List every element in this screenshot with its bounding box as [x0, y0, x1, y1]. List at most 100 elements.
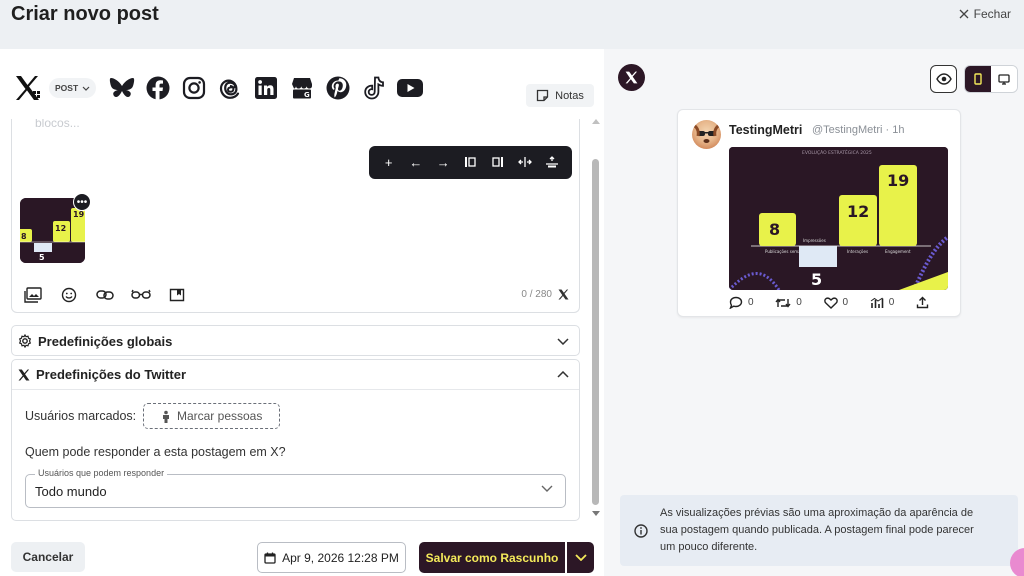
close-button[interactable]: Fechar	[959, 7, 1011, 21]
threads-icon	[220, 79, 240, 99]
network-x[interactable]	[11, 73, 47, 103]
pinterest-icon	[326, 76, 350, 100]
scroll-thumb[interactable]	[592, 159, 599, 505]
like-count: 0	[842, 297, 849, 308]
tweet-author-name: TestingMetri	[729, 123, 803, 137]
image-bar-label-4: Engagement	[885, 249, 911, 254]
retweet-action[interactable]: 0	[775, 296, 802, 309]
add-icon[interactable]: +	[379, 156, 399, 169]
schedule-date-button[interactable]: Apr 9, 2026 12:28 PM	[257, 542, 406, 573]
bluesky-icon	[110, 78, 135, 98]
network-pinterest[interactable]	[320, 73, 356, 103]
global-presets-panel[interactable]: Predefinições globais	[11, 325, 580, 356]
scroll-down-arrow[interactable]	[592, 511, 600, 516]
x-logo-icon	[18, 369, 30, 380]
network-google-business[interactable]: G	[284, 73, 320, 103]
preview-info-box: As visualizações prévias são uma aproxim…	[620, 495, 1018, 566]
views-count: 0	[888, 297, 895, 308]
network-instagram[interactable]	[176, 73, 212, 103]
move-left-icon[interactable]: ←	[406, 156, 426, 169]
ai-assistant-button[interactable]	[130, 286, 152, 304]
network-threads[interactable]	[212, 73, 248, 103]
align-right-icon[interactable]	[488, 156, 508, 170]
link-button[interactable]	[94, 286, 116, 304]
post-type-select[interactable]: POST	[49, 78, 97, 98]
snippets-button[interactable]	[166, 286, 188, 304]
preview-view-toggles	[930, 65, 1018, 93]
share-action[interactable]	[916, 296, 929, 309]
reply-action[interactable]: 0	[729, 296, 754, 309]
info-icon	[634, 524, 648, 538]
reply-count: 0	[748, 297, 754, 308]
modal-header: Criar novo post Fechar	[0, 0, 1024, 49]
desktop-view-button[interactable]	[991, 66, 1017, 92]
device-toggle-group	[964, 65, 1018, 93]
preview-toggle-button[interactable]	[930, 65, 957, 93]
thumb-value-3: 12	[55, 224, 66, 233]
thumb-value-1: 8	[21, 232, 27, 241]
instagram-icon	[183, 76, 206, 100]
network-facebook[interactable]	[140, 73, 176, 103]
mobile-view-button[interactable]	[965, 66, 991, 92]
resize-horizontal-icon[interactable]	[515, 156, 535, 170]
network-selector: POST G	[11, 73, 428, 103]
desktop-icon	[998, 73, 1010, 85]
post-type-label: POST	[55, 83, 79, 93]
emoji-icon	[61, 287, 77, 303]
chevron-up-icon	[557, 371, 569, 378]
preview-info-text: As visualizações prévias são uma aproxim…	[660, 507, 974, 553]
add-media-button[interactable]	[22, 286, 44, 304]
emoji-button[interactable]	[58, 286, 80, 304]
more-icon: •••	[76, 196, 88, 208]
image-bar-value-1: 8	[769, 220, 780, 239]
reply-select-value: Todo mundo	[35, 484, 107, 499]
save-options-dropdown[interactable]	[567, 542, 594, 573]
x-logo-icon	[625, 71, 638, 84]
save-draft-button[interactable]: Salvar como Rascunho	[419, 542, 565, 573]
like-action[interactable]: 0	[823, 296, 849, 309]
chart-graphic: EVOLUÇÃO ESTRATÉGICA 2025 8 Publicações …	[729, 147, 948, 290]
editor-placeholder: blocos...	[35, 119, 80, 130]
reply-permission-select[interactable]: Usuários que podem responder Todo mundo	[25, 468, 566, 508]
chevron-down-icon	[557, 337, 569, 345]
tiktok-icon	[364, 76, 385, 100]
views-action[interactable]: 0	[870, 296, 895, 309]
tweet-author-handle: @TestingMetri · 1h	[812, 124, 905, 136]
chevron-down-icon	[574, 554, 587, 561]
eye-icon	[935, 73, 952, 85]
global-presets-label: Predefinições globais	[38, 333, 173, 349]
notes-button[interactable]: Notas	[526, 84, 594, 107]
move-right-icon[interactable]: →	[433, 156, 453, 169]
composer-scrollbar[interactable]	[592, 119, 600, 519]
thumbnail-more-button[interactable]: •••	[73, 193, 91, 211]
media-toolbar: + ← →	[369, 146, 572, 179]
image-bar-value-3: 12	[847, 202, 869, 221]
twitter-presets-header[interactable]: Predefinições do Twitter	[12, 360, 579, 390]
glasses-icon	[131, 289, 151, 299]
tag-people-label: Marcar pessoas	[176, 409, 263, 423]
character-counter: 0 / 280	[521, 289, 569, 300]
analytics-icon	[870, 297, 884, 308]
network-tiktok[interactable]	[356, 73, 392, 103]
tag-people-button[interactable]: Marcar pessoas	[143, 403, 281, 429]
google-business-icon: G	[292, 78, 313, 99]
page-title: Criar novo post	[11, 3, 159, 25]
tweet-image: EVOLUÇÃO ESTRATÉGICA 2025 8 Publicações …	[729, 147, 948, 290]
facebook-icon	[146, 76, 170, 100]
network-bluesky[interactable]	[104, 73, 140, 103]
network-linkedin[interactable]	[248, 73, 284, 103]
link-icon	[96, 290, 114, 300]
post-editor[interactable]: blocos... + ← → 8 5 12 19 ••• 0 / 280	[11, 119, 580, 313]
align-left-icon[interactable]	[460, 156, 480, 170]
distribute-icon[interactable]	[542, 155, 562, 170]
person-pin-icon	[162, 410, 169, 423]
chevron-down-icon	[82, 86, 90, 91]
cancel-button[interactable]: Cancelar	[11, 542, 85, 572]
scroll-up-arrow[interactable]	[592, 119, 600, 124]
network-youtube[interactable]	[392, 73, 428, 103]
editor-tools	[22, 286, 188, 304]
char-count-text: 0 / 280	[521, 289, 552, 300]
twitter-presets-label: Predefinições do Twitter	[36, 367, 187, 382]
mobile-icon	[974, 73, 982, 85]
thumb-value-4: 19	[73, 210, 85, 219]
